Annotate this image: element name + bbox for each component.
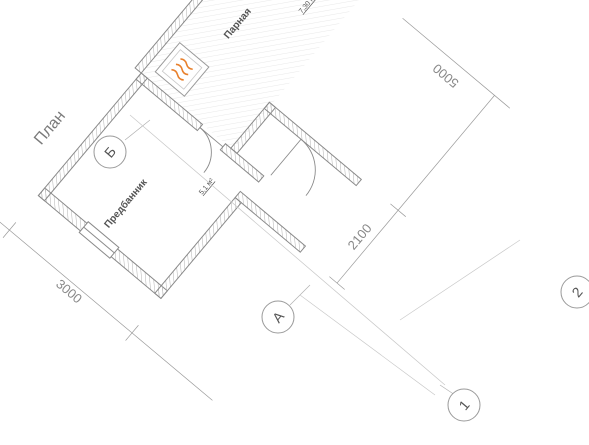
axis-marker-2: 2 (560, 275, 589, 309)
dimension-bottom: 2100 (345, 221, 375, 253)
axis-marker-a: А (261, 284, 311, 334)
dimension-right: 5000 (430, 61, 462, 91)
plan-geometry: Предбанник 5,1 м² Парная 7,30 м² 3000 21… (0, 0, 511, 401)
floor-plan-drawing: Предбанник 5,1 м² Парная 7,30 м² 3000 21… (0, 0, 589, 422)
floor-plan-view: Предбанник 5,1 м² Парная 7,30 м² 3000 21… (0, 0, 589, 445)
room-name-vestibule: Предбанник (102, 176, 151, 231)
plan-title: План (31, 108, 69, 148)
axis-marker-1: 1 (439, 384, 481, 422)
dimension-left: 3000 (53, 276, 85, 306)
